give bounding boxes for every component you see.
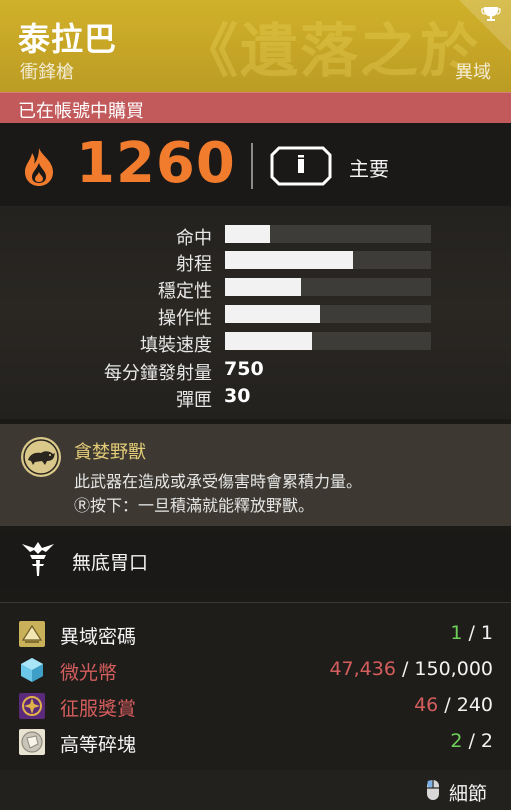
flame-icon	[25, 148, 53, 186]
stat-label-stability: 穩定性	[158, 281, 212, 302]
cost-current: 1	[450, 622, 463, 644]
stat-label-handling: 操作性	[158, 308, 212, 329]
stats-panel: 命中 射程 穩定性 操作性 填裝速度 每分鐘發射量 750 彈匣 30	[0, 206, 511, 419]
cost-name: 微光幣	[60, 662, 118, 684]
item-header: 《遺落之於 泰拉巴 衝鋒槍 異域	[0, 0, 511, 92]
intrinsic-perk[interactable]: 貪婪野獸 此武器在造成或承受傷害時會累積力量。 Ⓡ按下：一旦積滿就能釋放野獸。	[0, 424, 511, 526]
enhancement-shard-icon	[19, 729, 45, 755]
conqueror-reward-icon	[19, 693, 45, 719]
cost-current: 2	[450, 730, 463, 752]
cost-row: 異域密碼 1 / 1	[0, 617, 511, 653]
cost-current: 47,436	[329, 658, 396, 680]
stat-value-magazine: 30	[224, 385, 251, 407]
stat-bar-fill	[225, 225, 271, 243]
mouse-icon	[427, 780, 439, 800]
stat-bar-reload	[225, 332, 431, 350]
primary-ammo-icon	[270, 146, 332, 186]
details-button[interactable]: 細節	[449, 779, 487, 806]
cost-row: 高等碎塊 2 / 2	[0, 725, 511, 761]
stat-label-rpm: 每分鐘發射量	[104, 363, 212, 384]
stat-label-range: 射程	[176, 254, 212, 275]
footer: 細節	[0, 770, 511, 810]
stat-label-magazine: 彈匣	[176, 390, 212, 411]
cost-amount: 1 / 1	[450, 622, 493, 644]
cost-amount: 2 / 2	[450, 730, 493, 752]
power-divider	[251, 143, 253, 189]
cost-current: 46	[414, 694, 439, 716]
cost-name: 異域密碼	[60, 626, 137, 648]
weapon-name: 泰拉巴	[18, 20, 118, 58]
cost-total: 2	[480, 730, 493, 752]
beast-perk-icon	[21, 437, 61, 477]
exotic-cipher-icon	[19, 621, 45, 647]
header-watermark: 《遺落之於	[180, 17, 481, 85]
stat-bar-fill	[225, 251, 353, 269]
trophy-icon	[481, 7, 501, 21]
cost-total: 240	[456, 694, 493, 716]
stat-bar-fill	[225, 305, 320, 323]
intrinsic-perk-desc-2: Ⓡ按下：一旦積滿就能釋放野獸。	[74, 496, 315, 515]
stat-bar-impact	[225, 225, 431, 243]
power-row: 1260 主要	[0, 123, 511, 207]
catalyst-perk[interactable]: 無底胃口	[0, 532, 511, 590]
cost-row: 征服獎賞 46 / 240	[0, 689, 511, 725]
stat-bar-range	[225, 251, 431, 269]
stat-bar-fill	[225, 278, 302, 296]
weapon-type: 衝鋒槍	[20, 62, 74, 83]
cost-row: 微光幣 47,436 / 150,000	[0, 653, 511, 689]
costs-panel: 異域密碼 1 / 1 微光幣 47,436 / 150,000 征服獎賞 46 …	[0, 602, 511, 771]
catalyst-icon	[22, 542, 54, 576]
cost-amount: 46 / 240	[414, 694, 493, 716]
cost-name: 高等碎塊	[60, 734, 137, 756]
stat-bar-handling	[225, 305, 431, 323]
stat-value-rpm: 750	[224, 358, 264, 380]
stat-label-impact: 命中	[176, 228, 212, 249]
owned-status-bar: 已在帳號中購買	[0, 92, 511, 124]
catalyst-perk-name: 無底胃口	[72, 552, 149, 574]
power-level: 1260	[76, 131, 236, 196]
stat-bar-stability	[225, 278, 431, 296]
stat-bar-fill	[225, 332, 312, 350]
intrinsic-perk-name: 貪婪野獸	[74, 442, 146, 463]
intrinsic-perk-desc-1: 此武器在造成或承受傷害時會累積力量。	[74, 472, 363, 491]
stat-label-reload: 填裝速度	[140, 335, 212, 356]
cost-total: 150,000	[414, 658, 493, 680]
ammo-type-label: 主要	[349, 157, 389, 181]
weapon-rarity: 異域	[455, 62, 491, 83]
cost-total: 1	[480, 622, 493, 644]
owned-status-text: 已在帳號中購買	[18, 101, 144, 122]
glimmer-icon	[21, 658, 43, 682]
cost-name: 征服獎賞	[60, 698, 137, 720]
cost-amount: 47,436 / 150,000	[329, 658, 493, 680]
